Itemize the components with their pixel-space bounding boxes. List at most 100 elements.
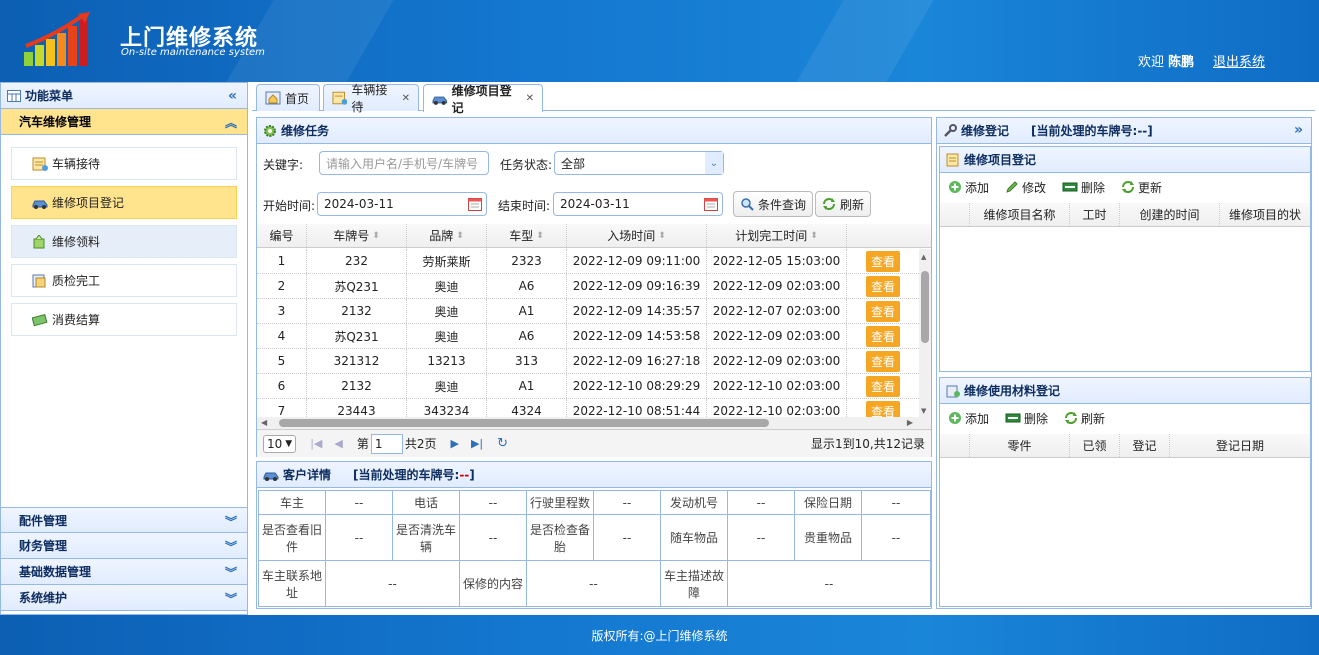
tab-label: 首页 — [285, 91, 310, 106]
section-label: 配件管理 — [19, 513, 68, 528]
table-row[interactable]: 2 苏Q231 奥迪 A6 2022-12-09 09:16:39 2022-12-09 … — [257, 274, 919, 299]
column-header[interactable]: 零件 — [970, 434, 1070, 457]
delete-button[interactable]: 删除 — [1062, 179, 1105, 196]
close-icon[interactable]: ✕ — [526, 93, 534, 104]
column-header[interactable]: 计划完工时间 ⬍ — [707, 224, 847, 247]
view-button[interactable]: 查看 — [865, 250, 900, 272]
column-header[interactable]: 已领 — [1070, 434, 1120, 457]
scrollbar-thumb[interactable] — [279, 419, 769, 427]
view-button[interactable]: 查看 — [865, 275, 900, 297]
view-button[interactable]: 查看 — [865, 300, 900, 322]
chevron-down-icon[interactable]: ︾ — [225, 590, 237, 607]
sort-icon[interactable]: ⬍ — [456, 231, 464, 241]
scroll-right-icon[interactable]: ▶ — [907, 418, 913, 427]
table-row[interactable]: 6 2132 奥迪 A1 2022-12-10 08:29:29 2022-12-10 0… — [257, 374, 919, 399]
section-basic-data[interactable]: 基础数据管理 ︾ — [1, 559, 247, 585]
close-icon[interactable]: ✕ — [402, 93, 410, 104]
column-header[interactable]: 车牌号 ⬍ — [307, 224, 407, 247]
sort-icon[interactable]: ⬍ — [658, 231, 666, 241]
panel-header: 客户详情 [当前处理的车牌号:--] — [257, 462, 931, 488]
column-label: 登记日期 — [1215, 439, 1264, 453]
section-system[interactable]: 系统维护 ︾ — [1, 585, 247, 611]
calendar-icon[interactable] — [704, 197, 718, 211]
tab-reception[interactable]: 车辆接待 ✕ — [323, 83, 419, 114]
table-row[interactable]: 5 321312 13213 313 2022-12-09 16:27:18 2022-1… — [257, 349, 919, 374]
scroll-left-icon[interactable]: ◀ — [261, 418, 267, 427]
end-date-input[interactable]: 2024-03-11 — [553, 192, 723, 216]
panel-header: 维修项目登记 — [940, 147, 1310, 173]
menu-grid-icon — [7, 89, 21, 102]
chevron-up-icon[interactable]: ︽ — [225, 114, 237, 131]
logout-link[interactable]: 退出系统 — [1213, 51, 1265, 70]
query-button[interactable]: 条件查询 — [733, 191, 814, 217]
update-label: 更新 — [1138, 180, 1163, 195]
scrollbar-thumb[interactable] — [921, 271, 929, 343]
view-button[interactable]: 查看 — [865, 350, 900, 372]
vertical-scrollbar[interactable]: ▲ ▼ — [919, 249, 931, 417]
column-header[interactable]: 编号 — [257, 224, 307, 247]
update-button[interactable]: 更新 — [1121, 179, 1162, 196]
field-label: 随车物品 — [660, 514, 728, 561]
add-button[interactable]: 添加 — [948, 179, 989, 196]
page-size-select[interactable]: 10 ▼ — [263, 434, 297, 453]
chevron-down-icon[interactable]: ︾ — [225, 513, 237, 530]
column-header[interactable]: 登记日期 — [1170, 434, 1310, 457]
column-header[interactable]: 车型 ⬍ — [487, 224, 567, 247]
sidebar-item-inspection[interactable]: 质检完工 — [11, 264, 237, 297]
column-header[interactable]: 工时 — [1070, 203, 1120, 226]
status-value: 全部 — [561, 156, 586, 171]
sort-icon[interactable]: ⬍ — [810, 231, 818, 241]
tab-bar: 首页 车辆接待 ✕ 维修项目登记 ✕ — [252, 82, 1315, 115]
last-page-icon[interactable]: ▶| — [471, 437, 483, 450]
panel-title: 客户详情 — [283, 468, 332, 482]
section-finance[interactable]: 财务管理 ︾ — [1, 533, 247, 559]
column-header[interactable]: 创建的时间 — [1120, 203, 1220, 226]
scroll-up-icon[interactable]: ▲ — [921, 253, 926, 261]
reload-icon[interactable]: ↻ — [497, 436, 508, 451]
horizontal-scrollbar[interactable]: ◀ ▶ — [257, 417, 931, 429]
collapse-left-icon[interactable]: « — [228, 88, 237, 104]
refresh-button[interactable]: 刷新 — [815, 191, 872, 217]
view-button[interactable]: 查看 — [865, 325, 900, 347]
section-car-repair[interactable]: 汽车维修管理 ︽ — [1, 109, 247, 135]
table-cell: 苏Q231 — [307, 274, 407, 298]
edit-button[interactable]: 修改 — [1005, 179, 1046, 196]
prev-page-icon[interactable]: ◀ — [334, 437, 342, 450]
sidebar-item-settlement[interactable]: 消费结算 — [11, 303, 237, 336]
scroll-down-icon[interactable]: ▼ — [921, 407, 926, 415]
tab-home[interactable]: 首页 — [256, 84, 320, 111]
sidebar-item-reception[interactable]: 车辆接待 — [11, 147, 237, 180]
column-header[interactable]: 入场时间 ⬍ — [567, 224, 707, 247]
table-row[interactable]: 1 232 劳斯莱斯 2323 2022-12-09 09:11:00 2022-12-0… — [257, 249, 919, 274]
view-button[interactable]: 查看 — [865, 375, 900, 397]
delete-button[interactable]: 删除 — [1005, 410, 1048, 427]
next-page-icon[interactable]: ▶ — [451, 437, 459, 450]
field-value: -- — [727, 560, 931, 607]
keyword-input[interactable]: 请输入用户名/手机号/车牌号 — [319, 151, 489, 175]
sort-icon[interactable]: ⬍ — [372, 231, 380, 241]
chevron-down-icon[interactable]: ︾ — [225, 538, 237, 555]
status-select[interactable]: 全部 ⌄ — [554, 151, 724, 175]
column-header[interactable]: 维修项目的状 — [1220, 203, 1310, 226]
sort-icon[interactable]: ⬍ — [536, 231, 544, 241]
table-row[interactable]: 4 苏Q231 奥迪 A6 2022-12-09 14:53:58 2022-12-09 … — [257, 324, 919, 349]
table-cell: A1 — [487, 374, 567, 398]
tab-repair-register[interactable]: 维修项目登记 ✕ — [423, 84, 543, 115]
field-value: -- — [861, 514, 931, 561]
start-date-input[interactable]: 2024-03-11 — [317, 192, 487, 216]
collapse-right-icon[interactable]: » — [1294, 122, 1303, 138]
sidebar-item-materials[interactable]: 维修领料 — [11, 225, 237, 258]
first-page-icon[interactable]: |◀ — [310, 437, 322, 450]
section-parts[interactable]: 配件管理 ︾ — [1, 507, 247, 533]
calendar-icon[interactable] — [468, 197, 482, 211]
table-row[interactable]: 3 2132 奥迪 A1 2022-12-09 14:35:57 2022-12-07 0… — [257, 299, 919, 324]
chevron-down-icon[interactable]: ︾ — [225, 564, 237, 581]
refresh-button[interactable]: 刷新 — [1064, 410, 1105, 427]
column-header[interactable]: 品牌 ⬍ — [407, 224, 487, 247]
page-number-input[interactable]: 1 — [370, 433, 403, 454]
sidebar-item-repair-register[interactable]: 维修项目登记 — [11, 186, 237, 219]
column-header[interactable]: 维修项目名称 — [970, 203, 1070, 226]
add-button[interactable]: 添加 — [948, 410, 989, 427]
chevron-down-icon[interactable]: ⌄ — [705, 152, 723, 174]
column-header[interactable]: 登记 — [1120, 434, 1170, 457]
